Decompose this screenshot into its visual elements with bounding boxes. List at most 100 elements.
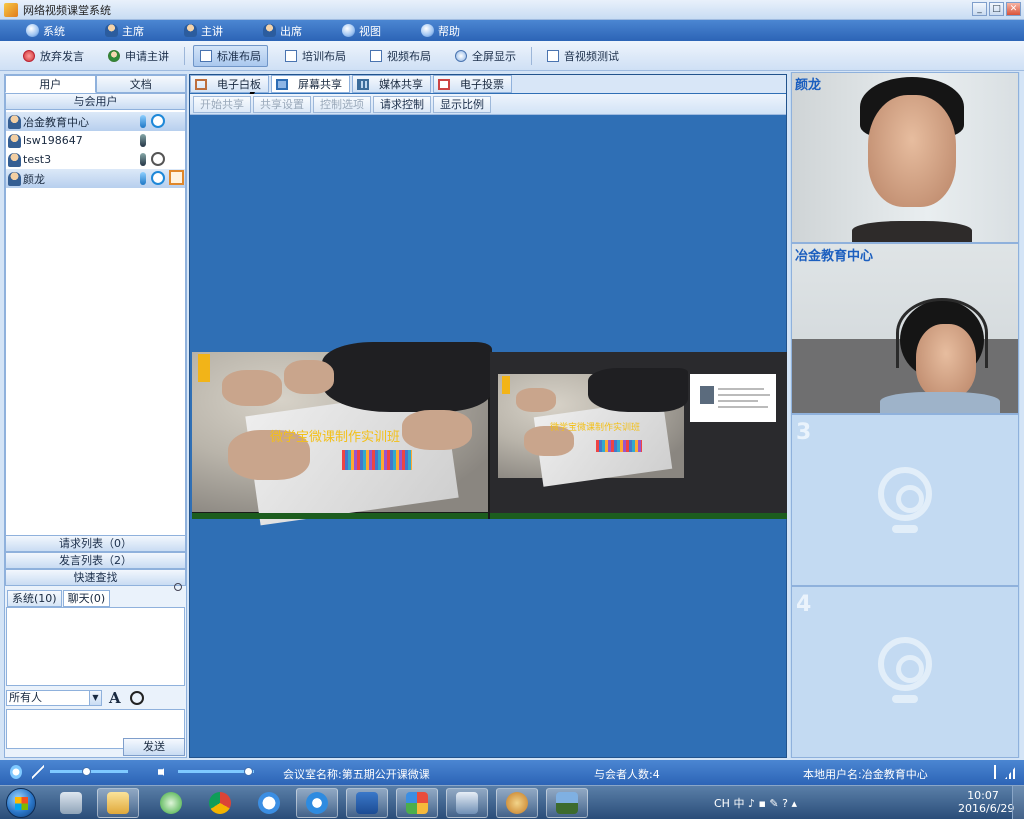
tab-whiteboard[interactable]: 电子白板 xyxy=(190,75,269,93)
folder-icon xyxy=(107,792,129,814)
menu-help[interactable]: 帮助 xyxy=(421,23,460,39)
microphone-icon[interactable] xyxy=(140,153,146,166)
taskbar-app-word[interactable] xyxy=(346,788,388,818)
microphone-icon[interactable] xyxy=(140,134,146,147)
shared-photo: 微学宝微课制作实训班 xyxy=(192,342,492,526)
taskbar-app-meeting[interactable] xyxy=(396,788,438,818)
video-user-name: 冶金教育中心 xyxy=(795,249,874,264)
person-icon xyxy=(105,24,118,37)
fullscreen-button[interactable]: 全屏显示 xyxy=(448,45,523,67)
tab-label: 屏幕共享 xyxy=(298,78,342,91)
tab-vote[interactable]: 电子投票 xyxy=(433,75,512,93)
menu-chair[interactable]: 主席 xyxy=(105,23,144,39)
user-name: 冶金教育中心 xyxy=(23,115,89,129)
microphone-icon[interactable] xyxy=(140,115,146,128)
pen-icon[interactable] xyxy=(32,765,44,779)
mic-off-icon xyxy=(23,49,35,62)
tab-documents[interactable]: 文档 xyxy=(95,75,186,93)
shared-taskbar xyxy=(490,513,787,519)
minimize-button[interactable]: _ xyxy=(972,2,987,16)
menu-attend[interactable]: 出席 xyxy=(263,23,302,39)
video-tile-1[interactable]: 颜龙 xyxy=(791,72,1019,243)
recipient-select[interactable]: 所有人 ▼ xyxy=(6,690,102,706)
shared-taskbar xyxy=(192,513,488,519)
video-layout-button[interactable]: 视频布局 xyxy=(363,45,438,67)
request-list-bar[interactable]: 请求列表（0） xyxy=(5,535,186,552)
edit-icon[interactable] xyxy=(169,170,184,185)
taskbar-app-tool[interactable] xyxy=(446,788,488,818)
attendee-count: 与会者人数:4 xyxy=(594,768,660,781)
taskbar-app-ie[interactable] xyxy=(296,788,338,818)
share-settings-button[interactable]: 共享设置 xyxy=(253,95,311,113)
display-ratio-button[interactable]: 显示比例 xyxy=(433,95,491,113)
video-tile-4[interactable]: 4 xyxy=(791,586,1019,758)
video-panel: 颜龙 冶金教育中心 3 4 xyxy=(790,72,1020,758)
tab-chat[interactable]: 聊天(0) xyxy=(62,590,111,607)
control-options-button[interactable]: 控制选项 xyxy=(313,95,371,113)
quick-search-bar[interactable]: 快速查找 xyxy=(5,569,186,586)
maximize-button[interactable]: □ xyxy=(989,2,1004,16)
tab-label: 电子投票 xyxy=(460,78,504,91)
system-tray[interactable]: CH 中 ♪ ▪ ✎ ? ▴ xyxy=(714,795,797,811)
font-icon[interactable]: A xyxy=(109,689,121,707)
taskbar-app-photo[interactable] xyxy=(546,788,588,818)
shared-screen: 微学宝微课制作实训班 微学宝微课制作实训班 xyxy=(192,342,787,526)
speaker-volume-slider[interactable] xyxy=(178,767,254,777)
menu-system[interactable]: 系统 xyxy=(26,23,65,39)
user-row[interactable]: test3 xyxy=(6,150,185,169)
tab-media-share[interactable]: 媒体共享 xyxy=(352,75,431,93)
toolbox-icon xyxy=(456,792,478,814)
camera-icon[interactable] xyxy=(151,114,165,128)
taskbar-app-explorer[interactable] xyxy=(97,788,139,818)
menu-view[interactable]: 视图 xyxy=(342,23,381,39)
tab-users[interactable]: 用户 xyxy=(5,75,96,93)
film-icon xyxy=(357,78,369,90)
microphone-icon[interactable] xyxy=(140,172,146,185)
taskbar-app-chrome[interactable] xyxy=(199,788,241,818)
close-button[interactable]: ✕ xyxy=(1006,2,1021,16)
video-tile-2[interactable]: 冶金教育中心 xyxy=(791,243,1019,414)
taskbar-app-capture[interactable] xyxy=(496,788,538,818)
webcam-base-icon xyxy=(892,525,918,533)
video-tile-3[interactable]: 3 xyxy=(791,414,1019,586)
chart-sheet xyxy=(342,450,412,470)
user-row[interactable]: 颜龙 xyxy=(6,169,185,188)
cloud-icon xyxy=(258,792,280,814)
chevron-down-icon[interactable]: ▼ xyxy=(89,691,101,705)
taskbar-app-cloud[interactable] xyxy=(248,788,290,818)
hand-shape xyxy=(516,388,556,412)
speak-list-bar[interactable]: 发言列表（2） xyxy=(5,552,186,569)
tab-screen-share[interactable]: 屏幕共享 xyxy=(271,75,350,93)
start-share-button[interactable]: 开始共享 xyxy=(193,95,251,113)
send-button[interactable]: 发送 xyxy=(123,738,185,756)
tab-system-messages[interactable]: 系统(10) xyxy=(7,590,62,607)
mic-volume-slider[interactable] xyxy=(50,767,128,777)
start-button[interactable] xyxy=(6,788,36,818)
training-layout-button[interactable]: 培训布局 xyxy=(278,45,353,67)
clock-date: 2016/6/29 xyxy=(958,802,1015,815)
camera-icon[interactable] xyxy=(151,171,165,185)
attendees-header[interactable]: 与会用户 xyxy=(5,93,186,110)
camera-icon[interactable] xyxy=(151,152,165,166)
speaker-icon[interactable] xyxy=(158,765,168,779)
give-up-speaking-button[interactable]: 放弃发言 xyxy=(16,45,91,67)
slider-knob[interactable] xyxy=(82,767,91,776)
av-test-button[interactable]: 音视频测试 xyxy=(540,45,626,67)
standard-layout-button[interactable]: 标准布局 xyxy=(193,44,268,67)
pin-icon[interactable] xyxy=(174,583,182,591)
user-row[interactable]: lsw198647 xyxy=(6,131,185,150)
title-bar: 网络视频课堂系统 _ □ ✕ xyxy=(0,0,1024,20)
taskbar-app-360[interactable] xyxy=(150,788,192,818)
slider-knob[interactable] xyxy=(244,767,253,776)
apply-speaker-button[interactable]: 申请主讲 xyxy=(101,45,176,67)
menu-speaker[interactable]: 主讲 xyxy=(184,23,223,39)
request-control-button[interactable]: 请求控制 xyxy=(373,95,431,113)
microphone-icon[interactable] xyxy=(10,765,22,779)
emoji-icon[interactable] xyxy=(129,691,144,705)
taskbar-app-calculator[interactable] xyxy=(50,788,92,818)
show-desktop-button[interactable] xyxy=(1012,786,1024,819)
person-icon xyxy=(184,24,197,37)
clock[interactable]: 10:07 2016/6/29 xyxy=(958,789,1015,815)
text-line xyxy=(718,406,768,408)
user-row[interactable]: 冶金教育中心 xyxy=(6,112,185,131)
